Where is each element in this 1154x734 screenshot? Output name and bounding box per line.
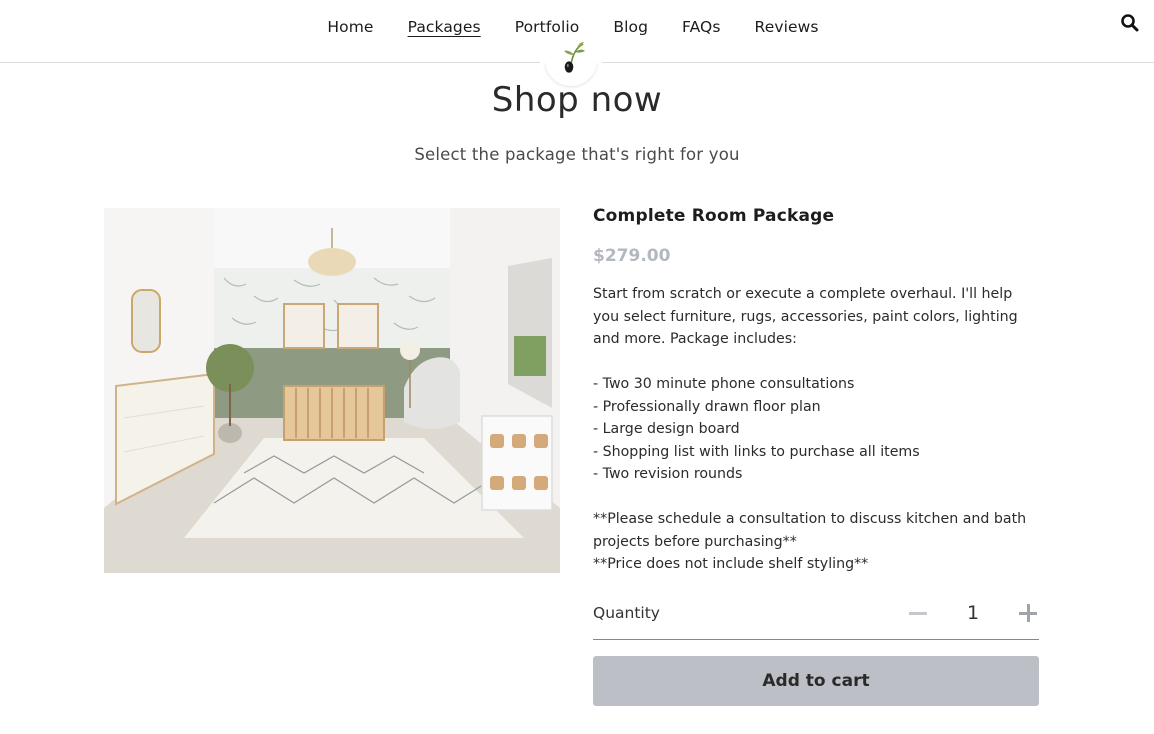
nav-reviews[interactable]: Reviews <box>755 18 819 36</box>
description-line: - Large design board <box>593 421 740 437</box>
nav-home[interactable]: Home <box>327 18 373 36</box>
description-line: - Two 30 minute phone consultations <box>593 376 855 392</box>
nav-faqs[interactable]: FAQs <box>682 18 721 36</box>
plus-icon[interactable] <box>1019 604 1037 622</box>
description-line <box>593 351 1039 374</box>
quantity-label: Quantity <box>593 604 660 622</box>
description-line: - Professionally drawn floor plan <box>593 398 821 415</box>
minus-icon[interactable] <box>909 612 927 615</box>
product-name: Complete Room Package <box>593 206 835 226</box>
product-image[interactable] <box>104 208 560 573</box>
description-line: **Please schedule a consultation to disc… <box>593 511 1027 550</box>
search-icon[interactable] <box>1120 13 1140 33</box>
description-line: - Two revision rounds <box>593 466 743 482</box>
page-subtitle: Select the package that's right for you <box>414 145 740 164</box>
nursery-rendering <box>104 208 560 573</box>
nav-packages[interactable]: Packages <box>408 18 481 36</box>
description-line <box>593 486 1039 509</box>
description-line: - Shopping list with links to purchase a… <box>593 443 920 460</box>
add-to-cart-button[interactable]: Add to cart <box>593 656 1039 706</box>
quantity-value[interactable]: 1 <box>963 602 983 624</box>
quantity-stepper: Quantity 1 <box>593 592 1039 640</box>
page-title: Shop now <box>491 80 663 120</box>
product-details: Complete Room Package $279.00 Start from… <box>593 206 1039 576</box>
logo-mark <box>545 34 597 86</box>
product-description: Start from scratch or execute a complete… <box>593 283 1039 576</box>
olive-icon <box>564 42 585 73</box>
description-line: Start from scratch or execute a complete… <box>593 286 1018 347</box>
nav-blog[interactable]: Blog <box>613 18 648 36</box>
product-price: $279.00 <box>593 246 671 266</box>
description-line: **Price does not include shelf styling** <box>593 556 869 572</box>
